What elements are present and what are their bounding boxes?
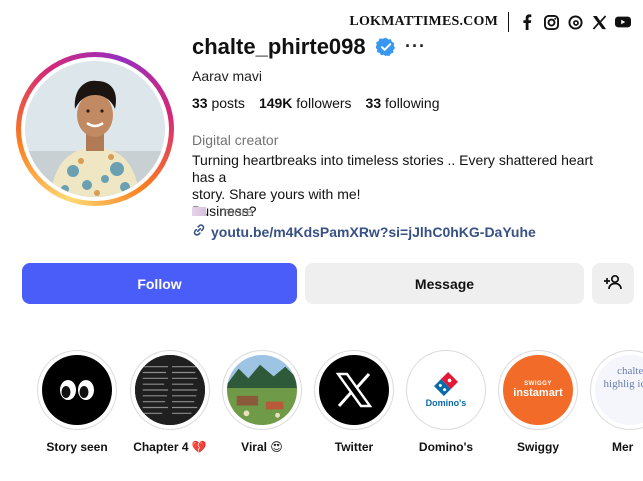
following-stat[interactable]: 33 following	[366, 95, 440, 111]
dominos-logo-icon: Domino's	[411, 355, 481, 425]
highlight-twitter[interactable]: Twitter	[314, 350, 394, 454]
eyes-emoji-icon	[42, 355, 112, 425]
profile-bio: Turning heartbreaks into timeless storie…	[192, 152, 612, 220]
bio-more-link[interactable]: ... more	[192, 204, 253, 219]
more-options-icon[interactable]: ···	[405, 36, 426, 57]
highlight-label: Mer	[612, 440, 634, 454]
profile-external-link[interactable]: youtu.be/m4KdsPamXRw?si=jJlhC0hKG-DaYuhe	[192, 223, 536, 240]
text-page-thumbnail	[135, 355, 205, 425]
watermark-divider	[508, 12, 509, 32]
highlight-viral[interactable]: Viral 😍	[222, 350, 302, 454]
profile-stats: 33 posts 149K followers 33 following	[192, 95, 440, 111]
bio-more-label: ... more	[209, 204, 254, 219]
highlight-swiggy[interactable]: SWIGGY instamart Swiggy	[498, 350, 578, 454]
followers-stat[interactable]: 149K followers	[259, 95, 352, 111]
bio-line: Turning heartbreaks into timeless storie…	[192, 152, 593, 185]
swiggy-logo-icon: SWIGGY instamart	[503, 355, 573, 425]
threads-icon[interactable]	[567, 14, 583, 30]
highlight-label: Domino's	[418, 440, 474, 454]
youtube-icon[interactable]	[615, 14, 631, 30]
highlight-mer[interactable]: chalte_ highlig icture Mer	[590, 350, 643, 454]
follow-button[interactable]: Follow	[22, 263, 297, 304]
text-thumbnail: chalte_ highlig icture	[595, 355, 643, 425]
posts-stat[interactable]: 33 posts	[192, 95, 245, 111]
highlight-chapter-4[interactable]: Chapter 4 💔	[130, 350, 210, 454]
thumbnail-text: chalte_ highlig icture	[603, 365, 643, 390]
instagram-icon[interactable]	[543, 14, 559, 30]
highlight-story-seen[interactable]: Story seen	[37, 350, 117, 454]
avatar	[25, 61, 165, 197]
link-icon	[192, 223, 206, 240]
highlight-label: Viral 😍	[241, 440, 283, 454]
swiggy-logo-bottom: instamart	[513, 387, 563, 399]
bio-line: Business?	[192, 203, 257, 219]
watermark: LOKMATTIMES.COM	[349, 12, 631, 32]
highlight-label: Chapter 4 💔	[133, 440, 207, 454]
x-logo-icon	[319, 355, 389, 425]
add-user-icon	[604, 274, 622, 293]
profile-full-name: Aarav mavi	[192, 68, 263, 84]
highlight-dominos[interactable]: Domino's Domino's	[406, 350, 486, 454]
link-text: youtu.be/m4KdsPamXRw?si=jJlhC0hKG-DaYuhe	[211, 223, 536, 240]
facebook-icon[interactable]	[519, 14, 535, 30]
message-button[interactable]: Message	[305, 263, 584, 304]
profile-category: Digital creator	[192, 132, 279, 148]
profile-username: chalte_phirte098	[192, 34, 366, 59]
watermark-text: LOKMATTIMES.COM	[349, 14, 498, 29]
verified-badge-icon	[375, 37, 396, 57]
x-icon[interactable]	[591, 14, 607, 30]
landscape-thumbnail	[227, 355, 297, 425]
dominos-logo-text: Domino's	[425, 398, 467, 408]
bio-line: story. Share yours with me!	[192, 186, 361, 202]
profile-avatar-ring[interactable]	[16, 52, 174, 206]
flag-emoji-icon	[192, 207, 206, 216]
suggested-users-button[interactable]	[592, 263, 634, 304]
highlight-label: Story seen	[46, 440, 108, 454]
highlight-label: Twitter	[334, 440, 374, 454]
highlight-label: Swiggy	[516, 440, 559, 454]
